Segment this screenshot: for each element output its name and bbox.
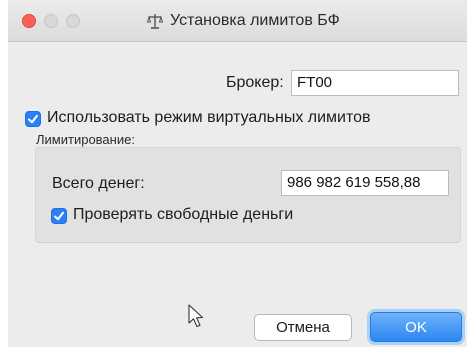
total-money-value: 986 982 619 558,88 xyxy=(287,174,421,191)
minimize-window-button[interactable] xyxy=(44,14,58,28)
total-money-field[interactable]: 986 982 619 558,88 xyxy=(281,170,449,196)
broker-label: Брокер: xyxy=(226,74,284,91)
window-title: Установка лимитов БФ xyxy=(146,11,340,31)
dialog-window: Установка лимитов БФ Брокер: FT00 Исполь… xyxy=(8,0,467,347)
virtual-limits-label[interactable]: Использовать режим виртуальных лимитов xyxy=(47,109,371,127)
title-bar[interactable]: Установка лимитов БФ xyxy=(8,0,467,42)
check-free-money-label[interactable]: Проверять свободные деньги xyxy=(73,206,293,224)
close-window-button[interactable] xyxy=(22,14,36,28)
virtual-limits-checkbox[interactable] xyxy=(25,111,41,127)
mouse-pointer-icon xyxy=(188,304,204,328)
zoom-window-button[interactable] xyxy=(66,14,80,28)
checkmark-icon xyxy=(54,211,64,221)
broker-value: FT00 xyxy=(297,74,333,91)
cancel-button[interactable]: Отмена xyxy=(254,314,352,341)
total-money-label: Всего денег: xyxy=(52,175,145,192)
check-free-money-checkbox[interactable] xyxy=(51,208,67,224)
broker-field[interactable]: FT00 xyxy=(291,70,459,96)
scales-icon xyxy=(146,12,164,30)
window-title-text: Установка лимитов БФ xyxy=(170,12,340,29)
limiting-section-label: Лимитирование: xyxy=(36,132,135,147)
ok-button[interactable]: OK xyxy=(370,312,462,342)
checkmark-icon xyxy=(28,114,38,124)
